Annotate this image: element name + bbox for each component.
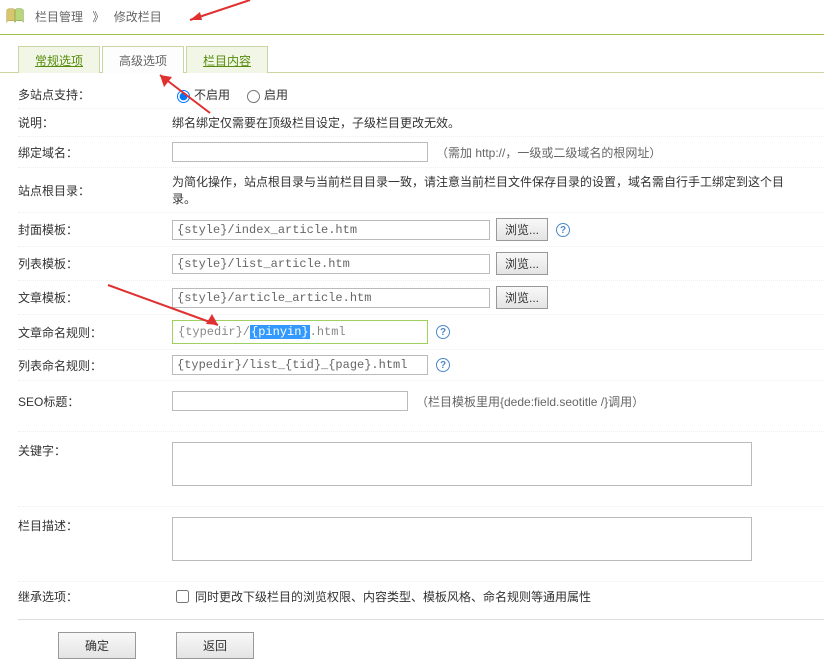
- label-note: 说明：: [18, 114, 172, 131]
- annotation-arrow-icon: [180, 0, 260, 26]
- tab-content[interactable]: 栏目内容: [186, 46, 268, 73]
- list-tpl-input[interactable]: [172, 254, 490, 274]
- help-icon[interactable]: ?: [556, 223, 570, 237]
- label-inherit: 继承选项：: [18, 588, 172, 605]
- description-input[interactable]: [172, 517, 752, 561]
- help-icon[interactable]: ?: [436, 358, 450, 372]
- note-text: 绑名绑定仅需要在顶级栏目设定，子级栏目更改无效。: [172, 114, 460, 131]
- row-multisite: 多站点支持： 不启用 启用: [18, 81, 824, 109]
- label-domain: 绑定域名：: [18, 144, 172, 161]
- browse-button-cover[interactable]: 浏览...: [496, 218, 548, 241]
- page-header: 栏目管理 》 修改栏目: [0, 0, 824, 35]
- siteroot-text: 为简化操作，站点根目录与当前栏目目录一致，请注意当前栏目文件保存目录的设置，域名…: [172, 173, 792, 207]
- label-seo-title: SEO标题：: [18, 393, 172, 410]
- row-siteroot: 站点根目录： 为简化操作，站点根目录与当前栏目目录一致，请注意当前栏目文件保存目…: [18, 168, 824, 213]
- label-list-rule: 列表命名规则：: [18, 357, 172, 374]
- help-icon[interactable]: ?: [436, 325, 450, 339]
- browse-button-article[interactable]: 浏览...: [496, 286, 548, 309]
- article-rule-input[interactable]: {typedir}/{pinyin}.html: [174, 322, 426, 342]
- article-rule-highlight: {typedir}/{pinyin}.html: [172, 320, 428, 344]
- keywords-input[interactable]: [172, 442, 752, 486]
- breadcrumb-current: 修改栏目: [114, 10, 162, 24]
- row-list-rule: 列表命名规则： ?: [18, 350, 824, 381]
- selected-token: {pinyin}: [250, 325, 310, 339]
- row-seo-title: SEO标题： （栏目模板里用{dede:field.seotitle /}调用）: [18, 381, 824, 432]
- row-cover-tpl: 封面模板： 浏览... ?: [18, 213, 824, 247]
- label-siteroot: 站点根目录：: [18, 182, 172, 199]
- inherit-checkbox[interactable]: 同时更改下级栏目的浏览权限、内容类型、模板风格、命名规则等通用属性: [172, 587, 591, 606]
- label-keywords: 关键字：: [18, 442, 172, 459]
- seo-title-hint: （栏目模板里用{dede:field.seotitle /}调用）: [416, 393, 644, 410]
- tab-regular[interactable]: 常规选项: [18, 46, 100, 73]
- row-article-tpl: 文章模板： 浏览...: [18, 281, 824, 315]
- ok-button[interactable]: 确定: [58, 632, 136, 659]
- label-article-tpl: 文章模板：: [18, 289, 172, 306]
- label-cover-tpl: 封面模板：: [18, 221, 172, 238]
- label-description: 栏目描述：: [18, 517, 172, 534]
- row-domain: 绑定域名： （需加 http://，一级或二级域名的根网址）: [18, 137, 824, 168]
- row-inherit: 继承选项： 同时更改下级栏目的浏览权限、内容类型、模板风格、命名规则等通用属性: [18, 582, 824, 611]
- row-description: 栏目描述：: [18, 507, 824, 582]
- row-note: 说明： 绑名绑定仅需要在顶级栏目设定，子级栏目更改无效。: [18, 109, 824, 137]
- article-tpl-input[interactable]: [172, 288, 490, 308]
- tab-advanced[interactable]: 高级选项: [102, 46, 184, 73]
- footer-buttons: 确定 返回: [18, 619, 824, 671]
- row-article-rule: 文章命名规则： {typedir}/{pinyin}.html ?: [18, 315, 824, 350]
- radio-multisite-yes[interactable]: 启用: [242, 86, 288, 103]
- label-article-rule: 文章命名规则：: [18, 324, 172, 341]
- domain-hint: （需加 http://，一级或二级域名的根网址）: [436, 144, 661, 161]
- radio-multisite-no[interactable]: 不启用: [172, 86, 230, 103]
- book-icon: [4, 6, 26, 28]
- label-list-tpl: 列表模板：: [18, 255, 172, 272]
- domain-input[interactable]: [172, 142, 428, 162]
- row-list-tpl: 列表模板： 浏览...: [18, 247, 824, 281]
- tabs: 常规选项 高级选项 栏目内容: [0, 45, 824, 73]
- breadcrumb: 栏目管理 》 修改栏目: [32, 8, 165, 25]
- back-button[interactable]: 返回: [176, 632, 254, 659]
- list-rule-input[interactable]: [172, 355, 428, 375]
- browse-button-list[interactable]: 浏览...: [496, 252, 548, 275]
- seo-title-input[interactable]: [172, 391, 408, 411]
- breadcrumb-root[interactable]: 栏目管理: [35, 10, 83, 24]
- row-keywords: 关键字：: [18, 432, 824, 507]
- form: 多站点支持： 不启用 启用 说明： 绑名绑定仅需要在顶级栏目设定，子级栏目更改无…: [0, 73, 824, 671]
- label-multisite: 多站点支持：: [18, 86, 172, 103]
- cover-tpl-input[interactable]: [172, 220, 490, 240]
